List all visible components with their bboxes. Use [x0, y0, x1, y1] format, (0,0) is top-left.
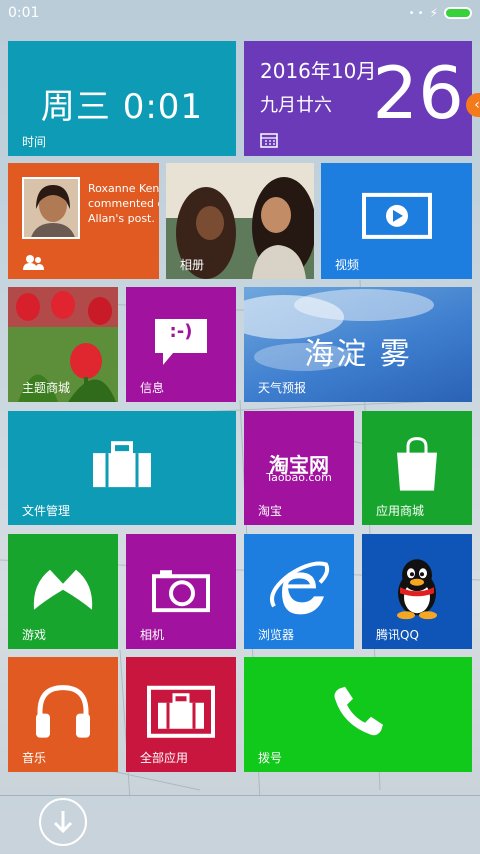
music-label: 音乐: [22, 751, 47, 765]
phone-icon: [334, 686, 383, 735]
camera-tile[interactable]: 相机: [126, 534, 236, 649]
file-manager-tile[interactable]: 文件管理: [8, 411, 236, 525]
weather-text: 海淀 雾: [304, 337, 412, 372]
browser-tile[interactable]: 浏览器: [244, 534, 354, 649]
charging-icon: ⚡: [429, 6, 438, 20]
calendar-lunar-date: 九月廿六: [260, 95, 332, 116]
camera-label: 相机: [140, 628, 165, 642]
messages-label: 信息: [140, 381, 165, 395]
status-time: 0:01: [8, 5, 40, 21]
games-tile[interactable]: 游戏: [8, 534, 118, 649]
messages-tile[interactable]: :-) 信息: [126, 287, 236, 402]
file-manager-label: 文件管理: [22, 504, 71, 518]
people-icon: [23, 255, 44, 270]
video-icon: [361, 192, 432, 239]
calendar-icon: [260, 133, 278, 148]
status-icons: • • ⚡: [409, 6, 472, 20]
browser-label: 浏览器: [258, 628, 295, 642]
all-apps-icon: [147, 685, 215, 738]
social-line-2: commented o: [88, 197, 159, 210]
calendar-day: 26: [372, 51, 464, 135]
photos-label: 相册: [180, 258, 205, 272]
dialer-label: 拨号: [258, 751, 283, 765]
arrow-down-icon: [53, 811, 73, 834]
internet-explorer-icon: [270, 561, 330, 614]
contact-avatar: [22, 177, 80, 239]
clock-label: 时间: [22, 135, 47, 149]
social-line-3: Allan's post.: [88, 212, 155, 225]
music-tile[interactable]: 音乐: [8, 657, 118, 772]
calendar-tile[interactable]: 2016年10月 九月廿六 26: [244, 41, 472, 156]
video-label: 视频: [335, 258, 360, 272]
social-line-1: Roxanne Kenis: [88, 182, 159, 195]
taobao-label: 淘宝: [258, 504, 283, 518]
qq-penguin-icon: [397, 558, 437, 619]
app-store-tile[interactable]: 应用商城: [362, 411, 472, 525]
app-store-label: 应用商城: [376, 504, 425, 518]
dots-icon: • •: [408, 7, 424, 19]
all-apps-label: 全部应用: [140, 751, 189, 765]
briefcase-icon: [93, 441, 151, 488]
camera-icon: [152, 569, 210, 612]
all-apps-tile[interactable]: 全部应用: [126, 657, 236, 772]
themes-tile[interactable]: 主题商城: [8, 287, 118, 402]
qq-tile[interactable]: 腾讯QQ: [362, 534, 472, 649]
photos-tile[interactable]: 相册: [166, 163, 314, 279]
clock-tile[interactable]: 周三 0:01 时间: [8, 41, 236, 156]
games-label: 游戏: [22, 628, 47, 642]
shopping-bag-icon: [397, 437, 437, 491]
status-bar: 0:01 • • ⚡: [0, 0, 480, 28]
xbox-icon: [33, 569, 93, 610]
battery-icon: [444, 7, 472, 19]
themes-label: 主题商城: [22, 381, 71, 395]
weather-label: 天气预报: [258, 381, 307, 395]
taobao-domain: Taobao.com: [266, 471, 332, 484]
scroll-down-button[interactable]: [39, 798, 87, 846]
headphones-icon: [36, 684, 90, 738]
dialer-tile[interactable]: 拨号: [244, 657, 472, 772]
message-emoticon: :-): [169, 321, 193, 342]
calendar-date: 2016年10月: [260, 59, 377, 83]
weather-tile[interactable]: 海淀 雾 天气预报: [244, 287, 472, 402]
qq-label: 腾讯QQ: [376, 628, 419, 642]
clock-time: 周三 0:01: [40, 87, 204, 127]
people-tile[interactable]: Roxanne Kenis commented o Allan's post.: [8, 163, 159, 279]
taobao-tile[interactable]: 淘宝网 Taobao.com 淘宝: [244, 411, 354, 525]
video-tile[interactable]: 视频: [321, 163, 472, 279]
social-update: Roxanne Kenis commented o Allan's post.: [88, 181, 159, 226]
